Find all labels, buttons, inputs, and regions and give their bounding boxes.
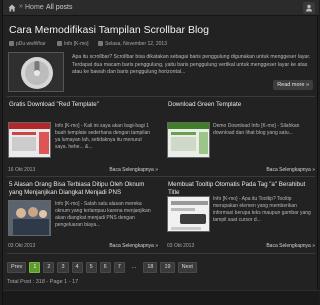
card-date-3: 03 Okt 2013: [8, 243, 36, 249]
calendar-icon: [98, 41, 103, 46]
category-name: Info [K-mo]: [64, 41, 89, 47]
page-button-1[interactable]: 1: [29, 262, 41, 273]
breadcrumb-home-link[interactable]: Home: [25, 4, 44, 11]
folder-icon: [57, 41, 62, 46]
card-excerpt-3: Info [K-mo] - Salah satu alasan mereka o…: [55, 201, 151, 228]
divider: [7, 253, 315, 254]
green-template-image: [168, 123, 209, 157]
page-button-18[interactable]: 18: [143, 262, 158, 273]
card-read-more-1[interactable]: Baca Selengkapnya »: [103, 167, 158, 173]
scroll-wheel-image: [9, 53, 63, 91]
breadcrumb-current: All posts: [46, 4, 73, 11]
divider: [7, 96, 315, 97]
featured-date: Selasa, November 12, 2013: [98, 41, 167, 47]
tooltip-screenshot-image: [168, 197, 209, 231]
home-icon[interactable]: [8, 4, 16, 12]
card-title-3[interactable]: 5 Alasan Orang Bisa Terbiasa Ditipu Oleh…: [9, 181, 159, 197]
card-thumbnail-1[interactable]: [8, 122, 51, 158]
user-button[interactable]: [303, 2, 315, 14]
blog-page: » Home All posts Cara Memodifikasi Tampi…: [2, 0, 319, 305]
card-excerpt-1: Info [K-mo] - Kali ini saya akan bagi-ba…: [55, 123, 151, 150]
featured-excerpt: Apa itu scrollbar? Scrollbar bisa dikata…: [72, 54, 311, 76]
author-icon: [9, 41, 14, 46]
red-template-image: [9, 123, 50, 157]
breadcrumb-bar: » Home All posts: [3, 0, 319, 16]
page-button-6[interactable]: 6: [99, 262, 111, 273]
card-date-1: 16 Okt 2013: [8, 167, 36, 173]
pagination: Prev 1 2 3 4 5 6 7 ... 18 19 Next: [7, 262, 197, 274]
featured-post-title[interactable]: Cara Memodifikasi Tampilan Scrollbar Blo…: [9, 24, 209, 36]
card-read-more-2[interactable]: Baca Selengkapnya »: [258, 167, 315, 173]
user-icon: [306, 4, 312, 12]
breadcrumb-separator: »: [19, 3, 23, 10]
bottom-bar: [3, 290, 319, 305]
card-title-4[interactable]: Membuat Tooltip Otomatis Pada Tag "a" Be…: [168, 181, 318, 197]
pagination-ellipsis: ...: [131, 264, 137, 270]
page-button-19[interactable]: 19: [160, 262, 175, 273]
card-excerpt-4: Info [K-mo] - Apa itu Tooltip? Tooltip m…: [213, 196, 311, 223]
card-title-2[interactable]: Download Green Template: [168, 101, 318, 109]
page-button-3[interactable]: 3: [57, 262, 69, 273]
page-button-2[interactable]: 2: [43, 262, 55, 273]
author-name: pDu wwWhar: [16, 41, 46, 47]
card-read-more-4[interactable]: Baca Selengkapnya »: [258, 243, 315, 249]
card-excerpt-2: Demo Download Info [K-mo] - Silahkan dow…: [213, 123, 300, 136]
card-thumbnail-4[interactable]: [167, 196, 210, 232]
read-more-button[interactable]: Read more »: [273, 80, 313, 90]
page-button-7[interactable]: 7: [113, 262, 125, 273]
card-date-4: 03 Okt 2013: [167, 243, 195, 249]
date-text: Selasa, November 12, 2013: [105, 41, 167, 47]
page-button-5[interactable]: 5: [85, 262, 97, 273]
people-photo-image: [9, 201, 50, 235]
prev-page-button[interactable]: Prev: [7, 262, 27, 273]
next-page-button[interactable]: Next: [177, 262, 197, 273]
card-read-more-3[interactable]: Baca Selengkapnya »: [103, 243, 158, 249]
card-title-1[interactable]: Gratis Download "Red Template": [9, 101, 159, 109]
featured-thumbnail[interactable]: [8, 52, 64, 92]
total-posts-text: Total Post : 318 - Page 1 - 17: [7, 279, 79, 285]
featured-author[interactable]: pDu wwWhar: [9, 41, 46, 47]
card-thumbnail-3[interactable]: [8, 200, 51, 236]
card-thumbnail-2[interactable]: [167, 122, 210, 158]
divider: [7, 176, 315, 177]
featured-category[interactable]: Info [K-mo]: [57, 41, 88, 47]
page-button-4[interactable]: 4: [71, 262, 83, 273]
